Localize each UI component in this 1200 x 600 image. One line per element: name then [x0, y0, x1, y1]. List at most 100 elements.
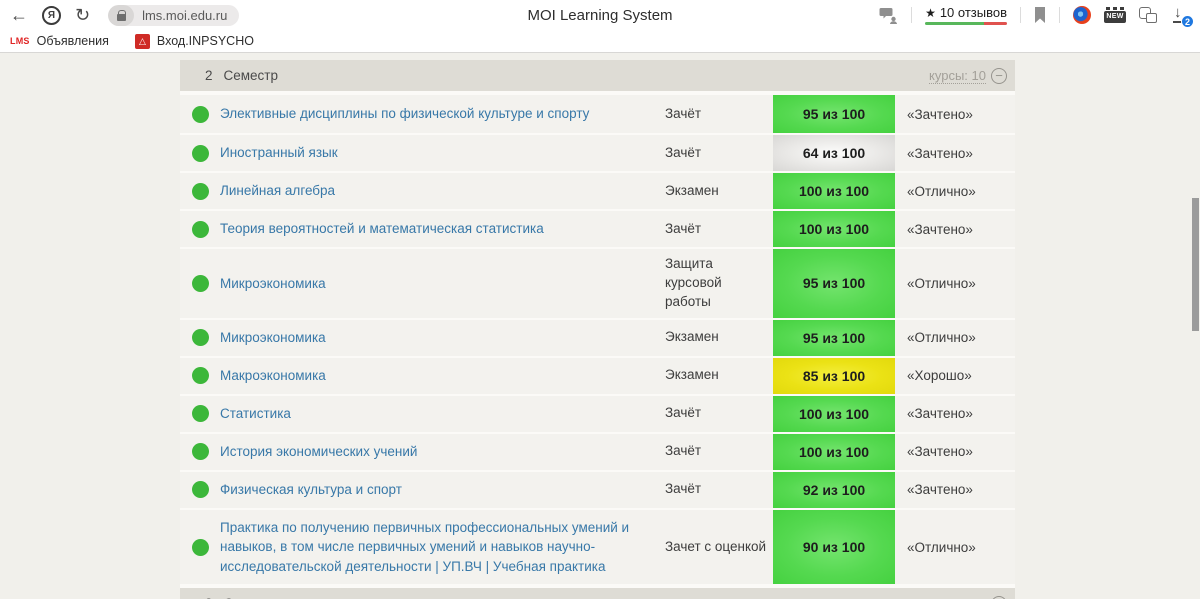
- course-cell: Иностранный язык: [220, 135, 665, 171]
- status-dot-icon: [191, 220, 209, 238]
- course-link[interactable]: История экономических учений: [220, 442, 417, 462]
- assessment-type: Экзамен: [665, 182, 719, 198]
- table-row: Теория вероятностей и математическая ста…: [180, 209, 1015, 247]
- table-row: История экономических учений Зачёт 100 из …: [180, 431, 1015, 470]
- score-cell: 100 из 100: [773, 211, 895, 247]
- course-cell: Макроэкономика: [220, 358, 665, 394]
- status-cell: [180, 173, 220, 209]
- inpsycho-favicon: △: [134, 33, 150, 49]
- assessment-type: Экзамен: [665, 367, 719, 383]
- semester-2-header: 2 Семестр курсы: 10 −: [180, 60, 1015, 91]
- assessment-type: Зачёт: [665, 481, 702, 497]
- course-link[interactable]: Статистика: [220, 404, 291, 424]
- toolbar-separator: [911, 7, 913, 23]
- score-cell: 95 из 100: [773, 319, 895, 356]
- grade-cell: «Зачтено»: [907, 444, 973, 460]
- course-cell: Физическая культура и спорт: [220, 472, 665, 508]
- assessment-type: Зачет с оценкой: [665, 538, 767, 554]
- downloads-icon[interactable]: ↓ 2: [1170, 4, 1194, 28]
- toolbar-separator: [1059, 7, 1060, 23]
- course-link[interactable]: Элективные дисциплины по физической куль…: [220, 104, 589, 124]
- rating-text: 10 отзывов: [939, 5, 1007, 20]
- course-link[interactable]: Теория вероятностей и математическая ста…: [220, 219, 544, 239]
- grade-cell: «Отлично»: [907, 539, 976, 555]
- table-row: Иностранный язык Зачёт 64 из 100 «Зачтено»: [180, 133, 1015, 171]
- bookmark-icon[interactable]: [1034, 7, 1046, 23]
- course-cell: Статистика: [220, 396, 665, 432]
- course-cell: Микроэкономика: [220, 249, 665, 318]
- course-link[interactable]: Линейная алгебра: [220, 181, 335, 201]
- course-cell: История экономических учений: [220, 434, 665, 470]
- status-dot-icon: [191, 538, 209, 556]
- status-cell: [180, 320, 220, 356]
- course-cell: Микроэкономика: [220, 320, 665, 356]
- status-cell: [180, 95, 220, 133]
- score-cell: 95 из 100: [773, 249, 895, 318]
- yandex-browser-icon[interactable]: Я: [42, 5, 61, 25]
- status-dot-icon: [191, 405, 209, 423]
- score-cell: 92 из 100: [773, 471, 895, 508]
- star-icon: ★: [925, 5, 936, 20]
- status-dot-icon: [191, 329, 209, 347]
- score-cell: 100 из 100: [773, 433, 895, 470]
- status-cell: [180, 358, 220, 394]
- assessment-type: Защита курсовой работы: [665, 256, 722, 309]
- grade-cell: «Хорошо»: [907, 368, 972, 384]
- refresh-icon[interactable]: ↻: [75, 6, 90, 24]
- course-link[interactable]: Макроэкономика: [220, 366, 326, 386]
- table-row: Микроэкономика Защита курсовой работы 95 и…: [180, 247, 1015, 318]
- grade-cell: «Зачтено»: [907, 145, 973, 161]
- course-cell: Практика по получению первичных професси…: [220, 510, 665, 585]
- course-link[interactable]: Микроэкономика: [220, 274, 326, 294]
- assessment-type: Зачёт: [665, 405, 702, 421]
- protect-flag-icon[interactable]: [879, 7, 898, 24]
- browser-toolbar: ← Я ↻ lms.moi.edu.ru MOI Learning System…: [0, 0, 1200, 30]
- tabs-icon[interactable]: [1139, 7, 1157, 23]
- table-row: Макроэкономика Экзамен 85 из 100 «Хорошо»: [180, 355, 1015, 394]
- bookmark-announcements[interactable]: LMS Объявления: [10, 34, 109, 48]
- course-cell: Линейная алгебра: [220, 173, 665, 209]
- course-link[interactable]: Физическая культура и спорт: [220, 480, 402, 500]
- grades-table: 2 Семестр курсы: 10 − Элективные дисципл…: [180, 60, 1015, 599]
- status-cell: [180, 510, 220, 585]
- grade-cell: «Отлично»: [907, 275, 976, 291]
- page-content: 2 Семестр курсы: 10 − Элективные дисципл…: [0, 53, 1200, 599]
- assessment-type: Зачёт: [665, 144, 702, 160]
- course-link[interactable]: Микроэкономика: [220, 328, 326, 348]
- status-cell: [180, 472, 220, 508]
- status-dot-icon: [191, 105, 209, 123]
- rating-bar: [925, 22, 1007, 25]
- grade-cell: «Отлично»: [907, 330, 976, 346]
- score-cell: 85 из 100: [773, 357, 895, 394]
- status-cell: [180, 396, 220, 432]
- status-cell: [180, 135, 220, 171]
- scrollbar-thumb[interactable]: [1192, 198, 1199, 331]
- extension-icon[interactable]: [1073, 6, 1091, 24]
- courses-count-link[interactable]: курсы: 10: [929, 68, 986, 84]
- grade-cell: «Отлично»: [907, 183, 976, 199]
- table-row: Микроэкономика Экзамен 95 из 100 «Отлично»: [180, 317, 1015, 356]
- site-rating[interactable]: ★ 10 отзывов: [925, 5, 1007, 25]
- table-row: Линейная алгебра Экзамен 100 из 100 «Отличн…: [180, 171, 1015, 209]
- status-dot-icon: [191, 481, 209, 499]
- table-row: Физическая культура и спорт Зачёт 92 из 10…: [180, 469, 1015, 508]
- assessment-type: Зачёт: [665, 443, 702, 459]
- collapse-icon[interactable]: −: [991, 67, 1007, 84]
- status-dot-icon: [191, 144, 209, 162]
- expand-icon[interactable]: +: [991, 595, 1007, 599]
- status-cell: [180, 434, 220, 470]
- courses-count-link[interactable]: курсы: 10: [929, 596, 986, 599]
- grade-cell: «Зачтено»: [907, 482, 973, 498]
- bookmark-inpsycho-login[interactable]: △ Вход.INPSYCHO: [134, 33, 254, 49]
- grades-table-body: Элективные дисциплины по физической куль…: [180, 95, 1015, 585]
- score-cell: 100 из 100: [773, 173, 895, 209]
- downloads-badge: 2: [1181, 15, 1194, 28]
- back-icon[interactable]: ←: [10, 6, 28, 24]
- new-tab-marquee-icon[interactable]: NEW: [1104, 6, 1126, 24]
- address-bar[interactable]: lms.moi.edu.ru: [108, 4, 240, 26]
- course-link[interactable]: Практика по получению первичных професси…: [220, 518, 647, 577]
- course-link[interactable]: Иностранный язык: [220, 143, 338, 163]
- score-cell: 64 из 100: [773, 135, 895, 171]
- status-dot-icon: [191, 443, 209, 461]
- secure-lock-icon[interactable]: [108, 4, 135, 26]
